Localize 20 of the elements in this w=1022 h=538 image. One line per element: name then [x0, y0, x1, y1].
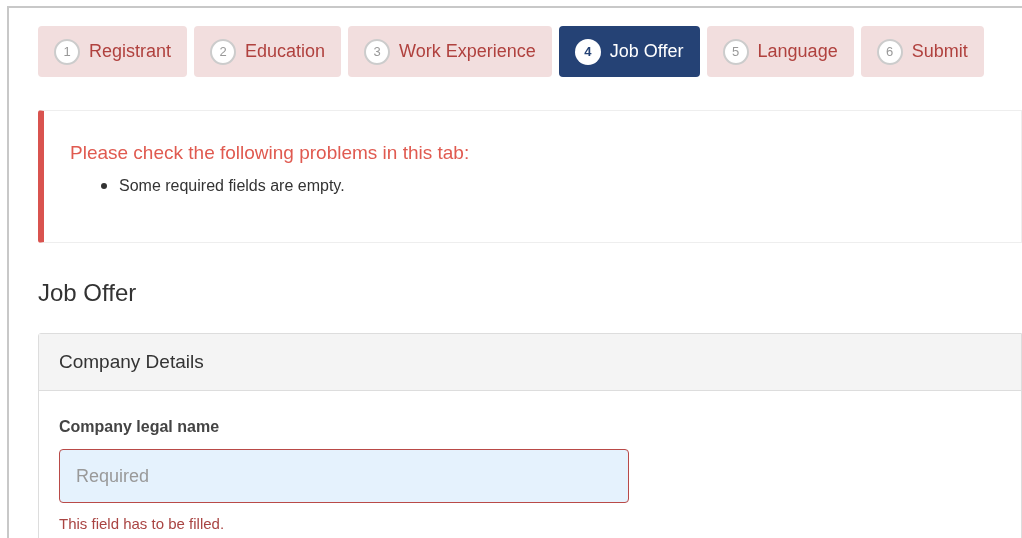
- step-number: 2: [210, 38, 237, 65]
- step-tab[interactable]: 6 Submit: [860, 26, 984, 77]
- error-message: This field has to be filled.: [59, 514, 226, 534]
- step-number: 1: [54, 38, 80, 65]
- step-tab[interactable]: 2 Education: [194, 26, 342, 77]
- step-number: 3: [364, 38, 391, 65]
- panel-title: Company Details: [59, 349, 204, 374]
- step-tab[interactable]: 4 Job Offer: [558, 26, 700, 77]
- section-heading: Job Offer: [38, 278, 138, 308]
- bullet-icon: [101, 182, 107, 189]
- input-field[interactable]: Required: [59, 449, 629, 503]
- step-number: 5: [722, 38, 749, 65]
- step-tab[interactable]: 5 Language: [706, 26, 854, 77]
- alert-title: Please check the following problems in this tab:: [70, 141, 471, 165]
- step-number: 4: [574, 38, 601, 65]
- alert-item: Some required fields are empty.: [119, 175, 345, 196]
- step-number: 6: [876, 38, 903, 65]
- step-tab[interactable]: 1 Registrant: [38, 26, 188, 77]
- field-label: Company legal name: [59, 417, 221, 437]
- step-tab[interactable]: 3 Work Experience: [348, 26, 552, 77]
